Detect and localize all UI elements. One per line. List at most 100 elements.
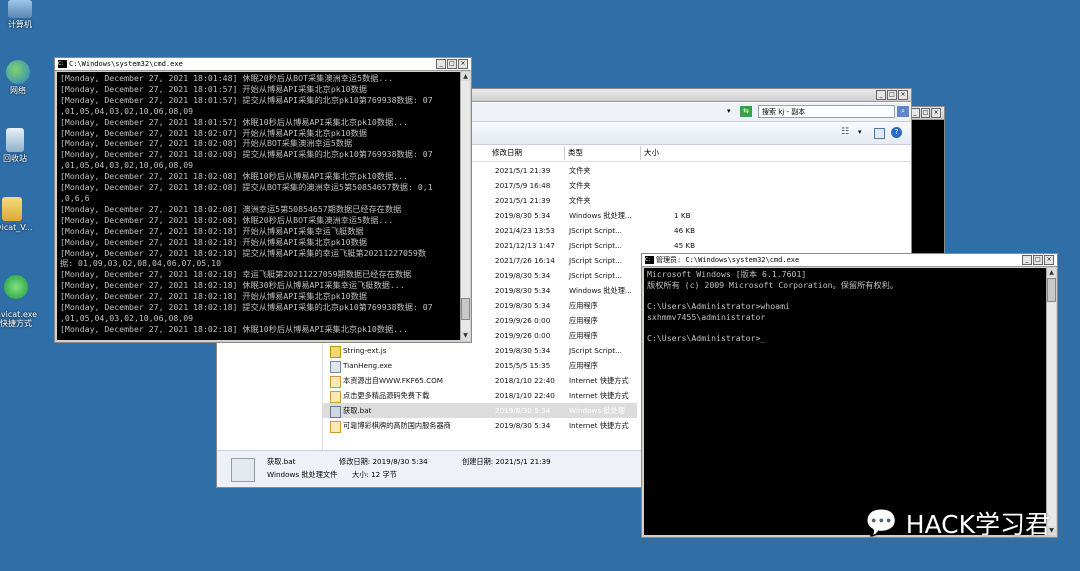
wechat-icon: 💬 [865, 508, 898, 538]
desktop-icon-label: 回收站 [3, 154, 27, 163]
minimize-icon[interactable]: _ [1022, 255, 1032, 265]
console-line: C:\Users\Administrator>_ [647, 333, 766, 344]
exe-file-icon [330, 361, 341, 373]
vertical-scrollbar[interactable]: ▲ ▼ [1046, 268, 1056, 535]
watermark-text: HACK学习君 [905, 510, 1050, 539]
titlebar: C: C:\Windows\system32\cmd.exe _ □ × [55, 58, 471, 71]
scrollbar-thumb[interactable] [1047, 278, 1056, 302]
console-line: [Monday, December 27, 2021 18:02:18] 开始从… [60, 225, 364, 236]
details-filename: 获取.bat [267, 457, 296, 466]
console-line: 版权所有 (c) 2009 Microsoft Corporation。保留所有… [647, 279, 899, 290]
recycle-bin-icon [6, 128, 24, 152]
list-item-selected[interactable]: 获取.bat 2019/8/30 5:34 Windows 批处理 [322, 403, 637, 418]
text-cursor: _ [760, 333, 766, 344]
desktop-icon-navicat-folder[interactable]: avicat_V... [0, 197, 32, 232]
console-line: ,01,05,04,03,02,10,06,08,09 [60, 312, 194, 323]
console-line: C:\Users\Administrator>whoami [647, 301, 790, 312]
preview-pane-icon[interactable] [874, 128, 885, 139]
maximize-icon[interactable]: □ [920, 108, 931, 118]
maximize-icon[interactable]: □ [447, 59, 457, 69]
close-icon[interactable]: × [458, 59, 468, 69]
script-file-icon [330, 346, 341, 358]
console-line: [Monday, December 27, 2021 18:02:08] 提交从… [60, 149, 433, 160]
list-item[interactable]: 可靠博彩棋牌的高防国内服务器商 2019/8/30 5:34 Internet 快捷… [322, 418, 637, 433]
list-item[interactable]: TianHeng.exe 2015/5/5 15:35 应用程序 [322, 358, 637, 373]
console-line: [Monday, December 27, 2021 18:02:18] 休眠3… [60, 280, 405, 291]
cmd-window-admin[interactable]: C: 管理员: C:\Windows\system32\cmd.exe _ □ … [641, 253, 1058, 538]
internet-shortcut-icon [330, 376, 341, 388]
scroll-down-icon[interactable]: ▼ [461, 331, 470, 340]
scroll-up-icon[interactable]: ▲ [1047, 268, 1056, 277]
details-size: 大小: 12 字节 [352, 470, 397, 479]
help-icon[interactable]: ? [891, 127, 902, 138]
console-line: [Monday, December 27, 2021 18:01:57] 开始从… [60, 83, 367, 94]
close-icon[interactable]: × [898, 90, 908, 100]
computer-icon [8, 0, 32, 18]
batch-file-icon [231, 458, 255, 482]
watermark: 💬 HACK学习君 [865, 505, 1050, 541]
console-line: [Monday, December 27, 2021 18:02:08] 开始从… [60, 138, 353, 149]
console-line: [Monday, December 27, 2021 18:02:18] 休眠1… [60, 323, 408, 334]
console-line: ,0,6,6 [60, 192, 90, 203]
desktop-icon-network[interactable]: 网络 [0, 60, 38, 95]
console-line: ,01,05,04,03,02,10,06,08,09 [60, 105, 194, 116]
console-line: [Monday, December 27, 2021 18:02:07] 开始从… [60, 127, 367, 138]
titlebar: C: 管理员: C:\Windows\system32\cmd.exe _ □ … [642, 254, 1057, 267]
navicat-icon [4, 275, 28, 299]
minimize-icon[interactable]: _ [436, 59, 446, 69]
column-header-date[interactable]: 修改日期 [489, 146, 565, 160]
window-title: C:\Windows\system32\cmd.exe [69, 60, 183, 68]
console-line: Microsoft Windows [版本 6.1.7601] [647, 269, 807, 279]
network-icon [6, 60, 30, 84]
desktop-icon-label: avicat.exe 快捷方式 [0, 310, 38, 328]
maximize-icon[interactable]: □ [887, 90, 897, 100]
vertical-scrollbar[interactable]: ▲ ▼ [460, 72, 470, 340]
column-header-size[interactable]: 大小 [641, 146, 913, 160]
scrollbar-thumb[interactable] [461, 298, 470, 320]
scroll-up-icon[interactable]: ▲ [461, 72, 470, 81]
column-header-type[interactable]: 类型 [565, 146, 641, 160]
search-icon[interactable]: ⌕ [897, 106, 909, 117]
cmd-icon: C: [645, 256, 654, 264]
console-line: [Monday, December 27, 2021 18:01:48] 休眠2… [60, 73, 394, 83]
desktop-icon-navicat-shortcut[interactable]: avicat.exe 快捷方式 [0, 266, 38, 337]
console-line: [Monday, December 27, 2021 18:02:08] 澳洲幸… [60, 203, 402, 214]
console-line: 据: 01,09,03,02,08,04,06,07,05,10 [60, 258, 221, 269]
console-line: [Monday, December 27, 2021 18:02:08] 休眠2… [60, 214, 394, 225]
console-line: [Monday, December 27, 2021 18:02:18] 提交从… [60, 302, 433, 313]
details-filetype: Windows 批处理文件 [267, 470, 338, 479]
dropdown-arrow-icon[interactable]: ▾ [727, 107, 731, 115]
chevron-down-icon[interactable]: ▾ [858, 128, 862, 136]
console-line: [Monday, December 27, 2021 18:01:57] 休眠1… [60, 116, 408, 127]
close-icon[interactable]: × [1044, 255, 1054, 265]
minimize-icon[interactable]: _ [876, 90, 886, 100]
details-created: 创建日期: 2021/5/1 21:39 [462, 457, 551, 466]
cmd-icon: C: [58, 60, 67, 68]
desktop-icon-recycle-bin[interactable]: 回收站 [0, 128, 35, 163]
internet-shortcut-icon [330, 391, 341, 403]
desktop-icon-label: 计算机 [8, 20, 32, 29]
maximize-icon[interactable]: □ [1033, 255, 1043, 265]
list-item[interactable]: 点击更多精品源码免费下载 2018/1/10 22:40 Internet 快捷方式 [322, 388, 637, 403]
window-title: 管理员: C:\Windows\system32\cmd.exe [656, 256, 800, 264]
console-line: ,01,05,04,03,02,10,06,08,09 [60, 160, 194, 171]
view-options-icon[interactable]: ☷ [841, 127, 849, 137]
list-item[interactable]: String-ext.js 2019/8/30 5:34 JScript Scrip… [322, 343, 637, 358]
console-line: [Monday, December 27, 2021 18:02:18] 开始从… [60, 236, 367, 247]
console-line: sxhmmv7455\administrator [647, 311, 766, 322]
details-modified: 修改日期: 2019/8/30 5:34 [339, 457, 428, 466]
cmd-window-collector[interactable]: C: C:\Windows\system32\cmd.exe _ □ × [Mo… [54, 57, 472, 343]
close-icon[interactable]: × [931, 108, 942, 118]
console-output[interactable]: Microsoft Windows [版本 6.1.7601] 版权所有 (c) … [644, 268, 1047, 535]
refresh-icon[interactable]: ⇆ [740, 106, 752, 117]
desktop-icon-label: avicat_V... [0, 223, 33, 232]
desktop-icon-computer[interactable]: 计算机 [0, 0, 40, 29]
console-line: [Monday, December 27, 2021 18:02:08] 提交从… [60, 182, 433, 193]
search-input[interactable]: 搜索 kj - 副本 [758, 105, 895, 118]
list-item[interactable]: 本资源出自WWW.FKF65.COM 2018/1/10 22:40 Interne… [322, 373, 637, 388]
console-line: [Monday, December 27, 2021 18:02:18] 提交从… [60, 247, 427, 258]
console-output[interactable]: [Monday, December 27, 2021 18:01:48] 休眠2… [57, 72, 461, 340]
